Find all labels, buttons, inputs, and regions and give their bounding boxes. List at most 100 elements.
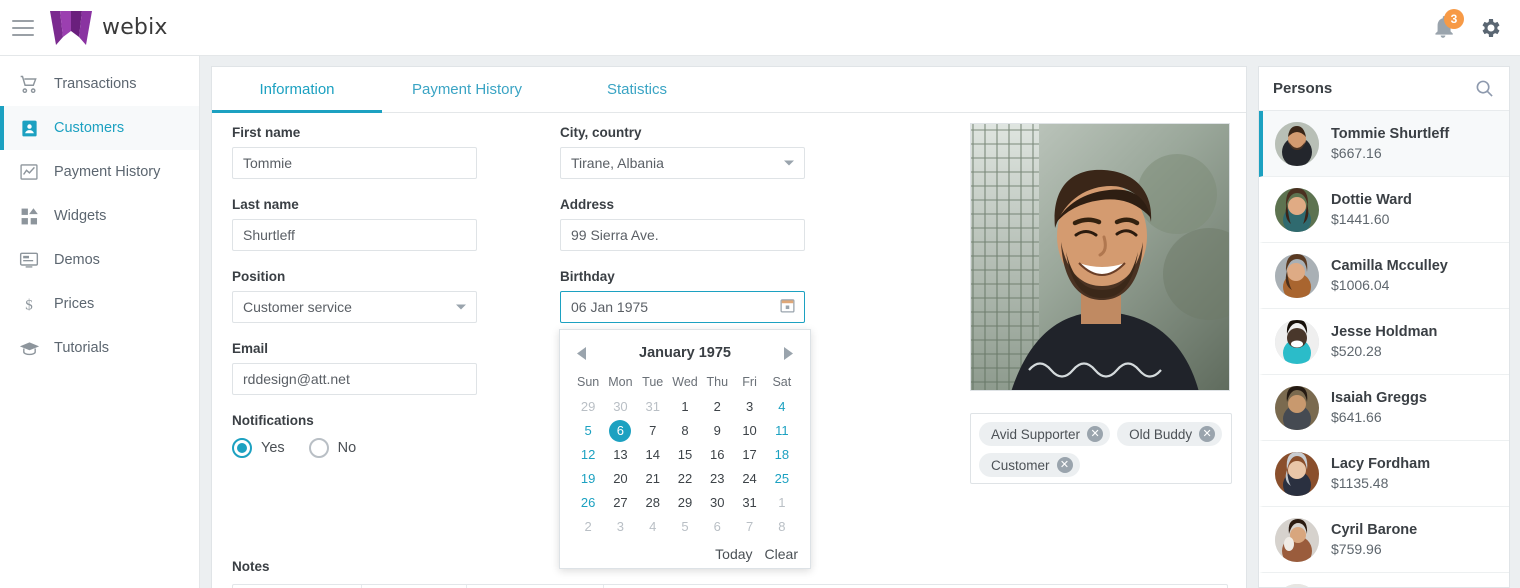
- sidebar-item-label: Demos: [54, 252, 100, 268]
- sidebar-item-widgets[interactable]: Widgets: [0, 194, 199, 238]
- calendar-day[interactable]: 18: [766, 443, 798, 466]
- person-row[interactable]: Jesse Holdman $520.28: [1259, 309, 1509, 375]
- calendar-day[interactable]: 19: [572, 467, 604, 490]
- close-icon[interactable]: ✕: [1056, 457, 1073, 473]
- calendar-day[interactable]: 5: [669, 515, 701, 538]
- sidebar-item-tutorials[interactable]: Tutorials: [0, 326, 199, 370]
- calendar-day[interactable]: 28: [637, 491, 669, 514]
- calendar-day-selected[interactable]: 6: [604, 419, 636, 442]
- birthday-value: 06 Jan 1975: [571, 299, 649, 315]
- sidebar-item-transactions[interactable]: Transactions: [0, 62, 199, 106]
- avatar: [1275, 121, 1319, 166]
- calendar-day[interactable]: 24: [733, 467, 765, 490]
- email-input[interactable]: rddesign@att.net: [232, 363, 477, 395]
- calendar-day[interactable]: 8: [669, 419, 701, 442]
- calendar-day[interactable]: 9: [701, 419, 733, 442]
- calendar-day[interactable]: 25: [766, 467, 798, 490]
- person-row[interactable]: Cyril Barone $759.96: [1259, 507, 1509, 573]
- calendar-day[interactable]: 10: [733, 419, 765, 442]
- sidebar-item-prices[interactable]: $ Prices: [0, 282, 199, 326]
- calendar-day[interactable]: 23: [701, 467, 733, 490]
- calendar-day[interactable]: 21: [637, 467, 669, 490]
- person-name: Camilla Mcculley: [1331, 257, 1448, 274]
- tag-item[interactable]: Avid Supporter ✕: [979, 422, 1111, 446]
- person-name: Isaiah Greggs: [1331, 389, 1427, 406]
- search-icon[interactable]: [1475, 79, 1495, 99]
- calendar-day[interactable]: 8: [766, 515, 798, 538]
- city-country-select[interactable]: Tirane, Albania: [560, 147, 805, 179]
- calendar-day[interactable]: 13: [604, 443, 636, 466]
- calendar-day[interactable]: 30: [701, 491, 733, 514]
- tag-item[interactable]: Customer ✕: [979, 453, 1080, 477]
- calendar-icon[interactable]: [779, 297, 796, 317]
- radio-notifications-no[interactable]: No: [308, 438, 356, 458]
- calendar-day[interactable]: 29: [669, 491, 701, 514]
- calendar-day[interactable]: 1: [766, 491, 798, 514]
- person-info: Cyril Barone $759.96: [1331, 521, 1417, 559]
- calendar-day[interactable]: 22: [669, 467, 701, 490]
- calendar-day[interactable]: 14: [637, 443, 669, 466]
- tab-statistics[interactable]: Statistics: [552, 67, 722, 112]
- calendar-day[interactable]: 4: [637, 515, 669, 538]
- calendar-day[interactable]: 6: [701, 515, 733, 538]
- notifications-button[interactable]: 3: [1430, 8, 1464, 43]
- calendar-clear-button[interactable]: Clear: [765, 546, 798, 562]
- radio-notifications-yes[interactable]: Yes: [232, 438, 285, 458]
- birthday-input[interactable]: 06 Jan 1975: [560, 291, 805, 323]
- calendar-day[interactable]: 12: [572, 443, 604, 466]
- calendar-day[interactable]: 26: [572, 491, 604, 514]
- calendar-day[interactable]: 1: [669, 395, 701, 418]
- person-row[interactable]: Isaiah Greggs $641.66: [1259, 375, 1509, 441]
- first-name-input[interactable]: Tommie: [232, 147, 477, 179]
- calendar-day[interactable]: 30: [604, 395, 636, 418]
- last-name-input[interactable]: Shurtleff: [232, 219, 477, 251]
- email-label: Email: [232, 341, 269, 356]
- person-name: Tommie Shurtleff: [1331, 125, 1450, 142]
- calendar-day[interactable]: 2: [572, 515, 604, 538]
- calendar-day[interactable]: 2: [701, 395, 733, 418]
- person-info: Isaiah Greggs $641.66: [1331, 389, 1427, 427]
- calendar-day[interactable]: 15: [669, 443, 701, 466]
- close-icon[interactable]: ✕: [1199, 426, 1216, 442]
- person-row[interactable]: Tommie Shurtleff $667.16: [1259, 111, 1509, 177]
- person-row[interactable]: Lacy Fordham $1135.48: [1259, 441, 1509, 507]
- person-row-partial[interactable]: [1259, 573, 1509, 587]
- sidebar-item-customers[interactable]: Customers: [0, 106, 199, 150]
- tab-information[interactable]: Information: [212, 67, 382, 113]
- chevron-left-icon[interactable]: [572, 343, 592, 363]
- calendar-day[interactable]: 7: [733, 515, 765, 538]
- person-row[interactable]: Dottie Ward $1441.60: [1259, 177, 1509, 243]
- tab-payment-history[interactable]: Payment History: [382, 67, 552, 112]
- address-input[interactable]: 99 Sierra Ave.: [560, 219, 805, 251]
- calendar-day[interactable]: 3: [604, 515, 636, 538]
- sidebar-item-demos[interactable]: Demos: [0, 238, 199, 282]
- calendar-day[interactable]: 27: [604, 491, 636, 514]
- calendar-day[interactable]: 20: [604, 467, 636, 490]
- first-name-label: First name: [232, 125, 301, 140]
- calendar-day[interactable]: 31: [637, 395, 669, 418]
- calendar-day[interactable]: 17: [733, 443, 765, 466]
- weekday-label: Tue: [642, 375, 664, 389]
- field-address: Address 99 Sierra Ave.: [560, 197, 805, 251]
- calendar-today-button[interactable]: Today: [715, 546, 752, 562]
- calendar-day[interactable]: 31: [733, 491, 765, 514]
- close-icon[interactable]: ✕: [1087, 426, 1104, 442]
- tag-item[interactable]: Old Buddy ✕: [1117, 422, 1223, 446]
- calendar-title[interactable]: January 1975: [639, 345, 731, 361]
- calendar-day[interactable]: 5: [572, 419, 604, 442]
- sidebar-item-payment-history[interactable]: Payment History: [0, 150, 199, 194]
- brand-logo[interactable]: webix: [50, 10, 168, 45]
- hamburger-icon[interactable]: [12, 19, 34, 36]
- position-select[interactable]: Customer service: [232, 291, 477, 323]
- chevron-right-icon[interactable]: [778, 343, 798, 363]
- main-content-panel: Information Payment History Statistics F…: [211, 66, 1247, 588]
- person-row[interactable]: Camilla Mcculley $1006.04: [1259, 243, 1509, 309]
- calendar-day[interactable]: 3: [733, 395, 765, 418]
- calendar-day[interactable]: 11: [766, 419, 798, 442]
- gear-icon[interactable]: [1478, 16, 1502, 40]
- calendar-day[interactable]: 7: [637, 419, 669, 442]
- calendar-day[interactable]: 16: [701, 443, 733, 466]
- calendar-day[interactable]: 4: [766, 395, 798, 418]
- calendar-day[interactable]: 29: [572, 395, 604, 418]
- radio-dot: [232, 438, 252, 458]
